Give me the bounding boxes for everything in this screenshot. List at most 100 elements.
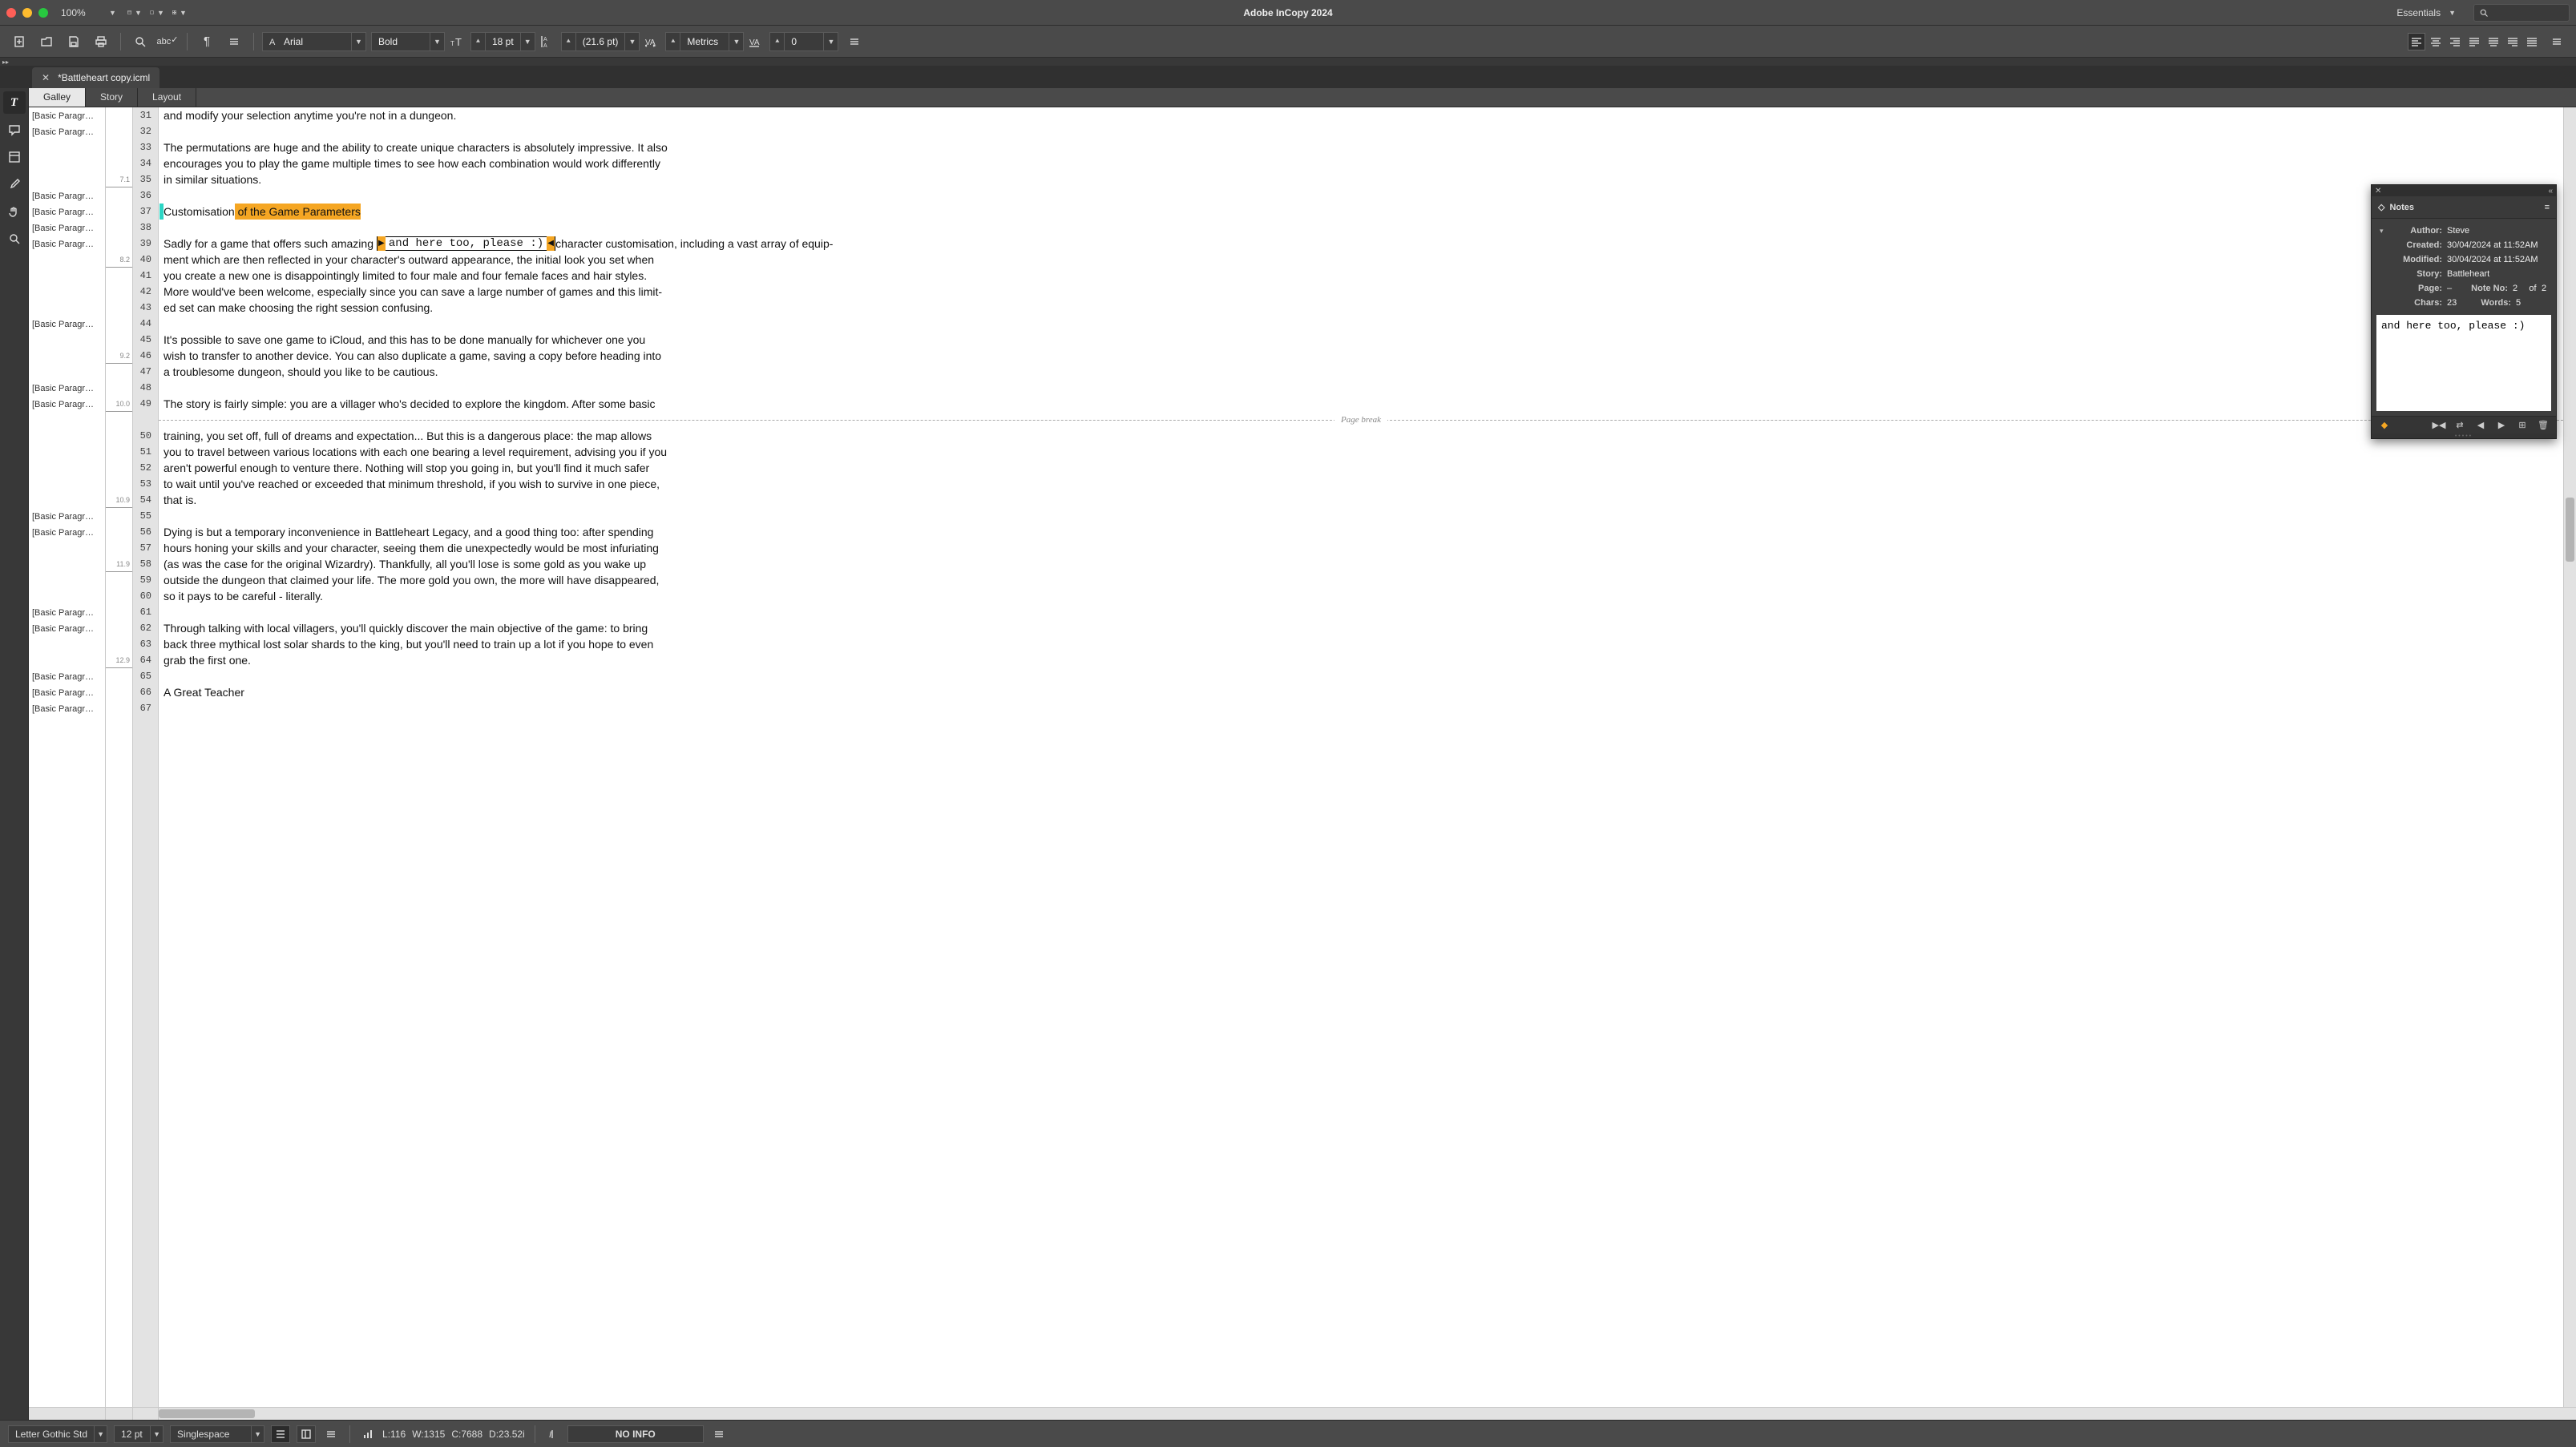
story-line[interactable]: that is. [159,492,2563,508]
toggle-note-button[interactable]: ⇄ [2452,419,2468,432]
paragraph-style-cell[interactable]: [Basic Paragr… [29,524,105,540]
char-panel-menu-button[interactable] [843,30,866,53]
story-line[interactable]: aren't powerful enough to venture there.… [159,460,2563,476]
story-line[interactable]: encourages you to play the game multiple… [159,155,2563,171]
paragraph-style-cell[interactable]: [Basic Paragr… [29,700,105,716]
story-line[interactable]: a troublesome dungeon, should you like t… [159,364,2563,380]
print-button[interactable] [90,30,112,53]
scrollbar-thumb[interactable] [2566,498,2574,562]
paragraph-style-cell[interactable]: [Basic Paragr… [29,668,105,684]
stepper-icon[interactable]: ⯅ [770,33,785,50]
paragraph-style-cell[interactable]: [Basic Paragr… [29,604,105,620]
story-line[interactable]: you create a new one is disappointingly … [159,268,2563,284]
story-line[interactable] [159,604,2563,620]
previous-note-button[interactable]: ◀ [2473,419,2489,432]
align-right-button[interactable] [2446,33,2464,50]
story-line[interactable] [159,220,2563,236]
justify-left-button[interactable] [2465,33,2483,50]
leading-dropdown[interactable]: ⯅ (21.6 pt) ▼ [561,32,640,51]
tab-layout[interactable]: Layout [138,88,196,107]
close-tab-icon[interactable]: ✕ [42,72,50,83]
go-to-note-anchor-button[interactable]: ▶◀ [2431,419,2447,432]
paragraph-style-cell[interactable]: [Basic Paragr… [29,380,105,396]
arrange-documents-button[interactable]: ▼ [172,4,190,22]
align-left-button[interactable] [2408,33,2425,50]
story-line[interactable] [159,187,2563,204]
story-line[interactable]: (as was the case for the original Wizard… [159,556,2563,572]
story-line[interactable] [159,508,2563,524]
zoom-level-dropdown[interactable]: 100% ▼ [61,7,119,18]
paragraph-style-cell[interactable] [29,284,105,300]
paragraph-style-cell[interactable] [29,155,105,171]
story-line[interactable] [159,380,2563,396]
inline-note-marker[interactable]: and here too, please :) [377,236,555,251]
galley-options-menu[interactable] [322,1425,340,1443]
story-line[interactable]: A Great Teacher [159,684,2563,700]
tracking-dropdown[interactable]: ⯅ 0 ▼ [769,32,838,51]
paragraph-style-cell[interactable] [29,444,105,460]
paragraph-style-cell[interactable] [29,476,105,492]
story-line[interactable]: back three mythical lost solar shards to… [159,636,2563,652]
paragraph-style-cell[interactable] [29,572,105,588]
paragraph-style-cell[interactable] [29,460,105,476]
kerning-dropdown[interactable]: ⯅ Metrics ▼ [665,32,744,51]
paragraph-style-cell[interactable]: [Basic Paragr… [29,316,105,332]
galley-leading-dropdown[interactable]: Singlespace▼ [170,1425,264,1443]
paragraph-style-cell[interactable] [29,139,105,155]
story-line[interactable]: in similar situations. [159,171,2563,187]
stepper-icon[interactable]: ⯅ [666,33,680,50]
position-tool[interactable] [3,146,26,168]
paragraph-style-cell[interactable] [29,348,105,364]
show-styles-toggle[interactable] [297,1425,316,1443]
paragraph-style-cell[interactable]: [Basic Paragr… [29,620,105,636]
story-line[interactable]: grab the first one. [159,652,2563,668]
maximize-window-button[interactable] [38,8,48,18]
paragraph-style-cell[interactable]: [Basic Paragr… [29,236,105,252]
paragraph-style-cell[interactable]: [Basic Paragr… [29,123,105,139]
story-text-area[interactable]: and modify your selection anytime you're… [159,107,2563,1407]
stepper-icon[interactable]: ⯅ [562,33,576,50]
story-line[interactable]: hours honing your skills and your charac… [159,540,2563,556]
close-window-button[interactable] [6,8,16,18]
type-tool[interactable]: T [3,91,26,114]
story-line[interactable] [159,316,2563,332]
workspace-switcher[interactable]: Essentials ▼ [2390,5,2465,21]
paragraph-style-cell[interactable] [29,636,105,652]
tracked-change-highlight[interactable]: of the Game Parameters [235,204,361,220]
document-tab[interactable]: ✕ *Battleheart copy.icml [32,67,159,88]
search-input[interactable] [2473,4,2570,22]
copyfit-menu[interactable] [710,1425,728,1443]
paragraph-style-cell[interactable] [29,171,105,187]
notes-panel-grip[interactable]: ✕ « [2372,185,2556,196]
paragraph-style-cell[interactable] [29,540,105,556]
story-line[interactable] [159,668,2563,684]
story-line[interactable]: More would've been welcome, especially s… [159,284,2563,300]
paragraph-style-cell[interactable]: [Basic Paragr… [29,508,105,524]
story-line[interactable]: The permutations are huge and the abilit… [159,139,2563,155]
pilcrow-button[interactable]: ¶ [196,30,218,53]
story-line[interactable]: training, you set off, full of dreams an… [159,428,2563,444]
panel-collapse-strip[interactable]: ▸▸ [0,58,2576,66]
save-button[interactable] [63,30,85,53]
next-note-button[interactable]: ▶ [2493,419,2509,432]
close-panel-icon[interactable]: ✕ [2375,187,2381,195]
justify-right-button[interactable] [2504,33,2521,50]
paragraph-style-cell[interactable] [29,492,105,508]
note-content-textarea[interactable]: and here too, please :) [2376,315,2551,411]
open-button[interactable] [35,30,58,53]
paragraph-style-cell[interactable]: [Basic Paragr… [29,684,105,700]
resize-grip[interactable]: ••••• [2372,433,2556,438]
story-line[interactable]: It's possible to save one game to iCloud… [159,332,2563,348]
font-style-dropdown[interactable]: Bold ▼ [371,32,445,51]
paragraph-style-cell[interactable] [29,252,105,268]
paragraph-style-cell[interactable]: [Basic Paragr… [29,396,105,412]
horizontal-scrollbar[interactable] [159,1408,2563,1420]
story-line[interactable]: to wait until you've reached or exceeded… [159,476,2563,492]
galley-size-dropdown[interactable]: 12 pt▼ [114,1425,164,1443]
story-line[interactable]: ment which are then reflected in your ch… [159,252,2563,268]
story-line[interactable]: Through talking with local villagers, yo… [159,620,2563,636]
notes-panel[interactable]: ✕ « ◇Notes ≡ ▾Author:Steve Created:30/04… [2371,184,2557,439]
collapse-panel-icon[interactable]: « [2548,187,2553,195]
paragraph-style-cell[interactable] [29,364,105,380]
story-line[interactable]: and modify your selection anytime you're… [159,107,2563,123]
